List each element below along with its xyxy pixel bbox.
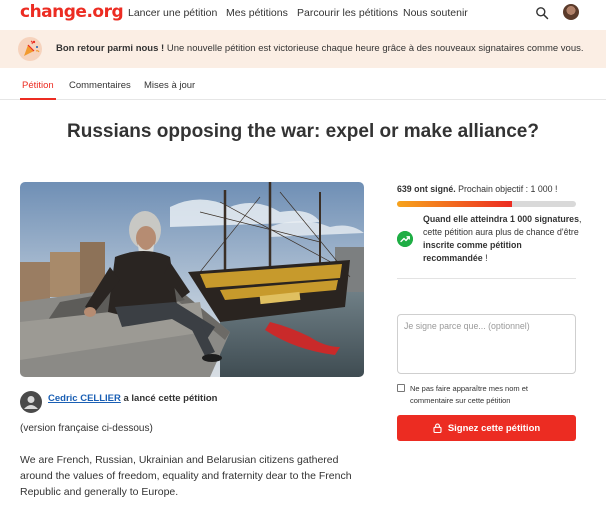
petition-tabs: Pétition Commentaires Mises à jour xyxy=(0,70,606,100)
petition-title: Russians opposing the war: expel or make… xyxy=(67,121,539,142)
signature-progress-bar xyxy=(397,201,576,207)
sign-petition-button[interactable]: Signez cette pétition xyxy=(397,415,576,441)
reason-comment-input[interactable] xyxy=(397,314,576,374)
goal-end-text: ! xyxy=(482,253,488,263)
hide-name-checkbox[interactable] xyxy=(397,384,405,392)
celebration-icon xyxy=(18,37,42,61)
petition-photo xyxy=(20,182,364,377)
user-avatar[interactable] xyxy=(563,4,579,20)
change-org-logo[interactable]: change.org xyxy=(20,2,124,22)
search-icon[interactable] xyxy=(535,6,549,20)
author-avatar xyxy=(20,391,42,413)
sign-petition-label: Signez cette pétition xyxy=(447,422,541,434)
banner-message: Bon retour parmi nous ! Une nouvelle pét… xyxy=(56,43,584,54)
lock-icon xyxy=(433,423,442,433)
nav-support-us[interactable]: Nous soutenir xyxy=(403,7,468,19)
banner-bold-text: Bon retour parmi nous ! xyxy=(56,43,165,54)
nav-start-petition[interactable]: Lancer une pétition xyxy=(128,7,217,19)
petition-intro: (version française ci-dessous) xyxy=(20,423,153,434)
welcome-banner: Bon retour parmi nous ! Une nouvelle pét… xyxy=(0,30,606,68)
goal-recommended-text: inscrite comme pétition recommandée xyxy=(423,240,522,263)
signature-goal: Prochain objectif : 1 000 ! xyxy=(455,184,558,194)
signature-count-number: 639 ont signé. xyxy=(397,184,456,194)
author-name-link[interactable]: Cedric CELLIER xyxy=(48,393,121,404)
hide-name-checkbox-label[interactable]: Ne pas faire apparaître mes nom et comme… xyxy=(410,383,570,407)
panel-divider xyxy=(397,278,576,279)
progress-fill xyxy=(397,201,512,207)
banner-text: Une nouvelle pétition est victorieuse ch… xyxy=(164,43,584,54)
goal-message: Quand elle atteindra 1 000 signatures, c… xyxy=(423,213,583,265)
tab-petition[interactable]: Pétition xyxy=(22,80,54,91)
nav-browse-petitions[interactable]: Parcourir les pétitions xyxy=(297,7,398,19)
trending-up-icon xyxy=(397,231,413,247)
goal-bold-text: Quand elle atteindra 1 000 signatures xyxy=(423,214,579,224)
petition-body: We are French, Russian, Ukrainian and Be… xyxy=(20,454,352,498)
nav-my-petitions[interactable]: Mes pétitions xyxy=(226,7,288,19)
author-line: Cedric CELLIER a lancé cette pétition xyxy=(48,393,217,404)
tab-comments[interactable]: Commentaires xyxy=(69,80,131,91)
author-launched-text: a lancé cette pétition xyxy=(120,393,218,404)
tab-updates[interactable]: Mises à jour xyxy=(144,80,195,91)
active-tab-indicator xyxy=(20,98,56,100)
top-navigation: change.org Lancer une pétition Mes pétit… xyxy=(0,0,606,28)
signature-count: 639 ont signé. Prochain objectif : 1 000… xyxy=(397,184,557,194)
user-icon xyxy=(24,396,38,409)
